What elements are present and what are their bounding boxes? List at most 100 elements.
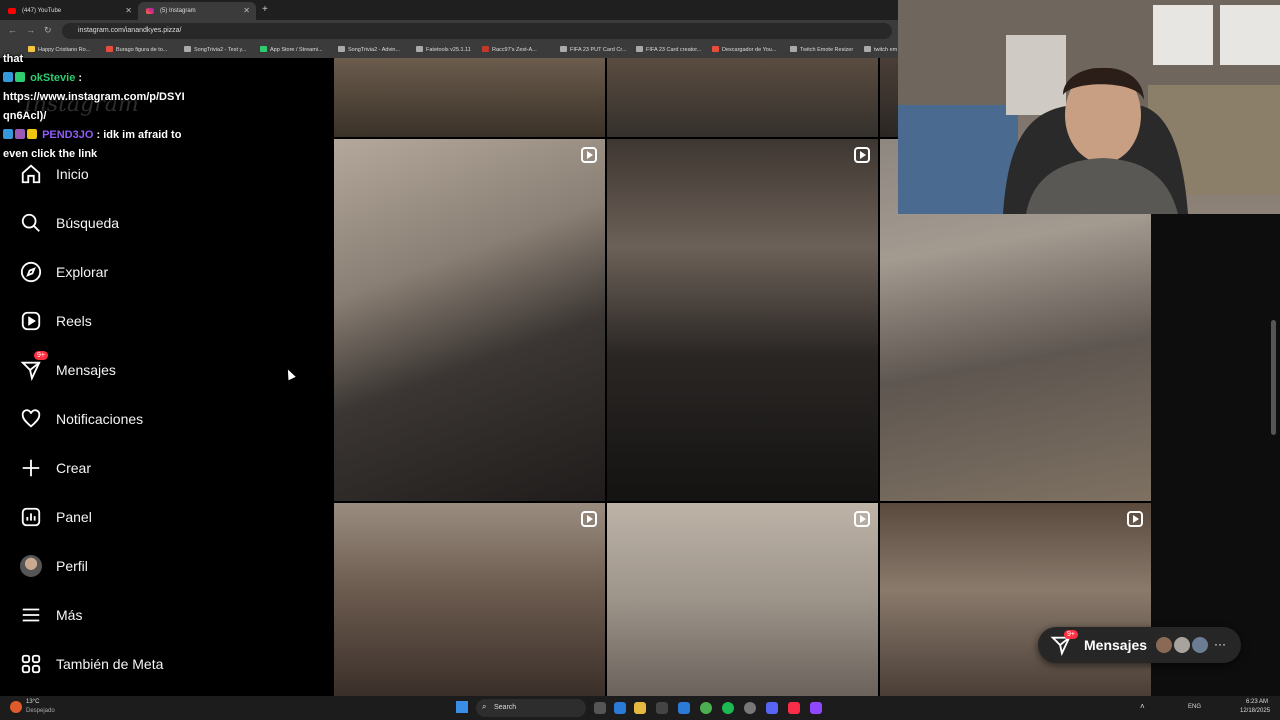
- windows-start-icon[interactable]: [456, 701, 468, 713]
- sidebar-item-perfil[interactable]: Perfil: [20, 551, 320, 581]
- reel-icon: [581, 147, 597, 163]
- mail-icon[interactable]: [678, 702, 690, 714]
- forward-icon[interactable]: →: [26, 25, 35, 35]
- page-right-margin: [1151, 214, 1280, 696]
- sidebar-item-label: Panel: [56, 509, 92, 525]
- tab-instagram-title: (5) Instagram: [160, 8, 196, 14]
- bookmark-item[interactable]: FIFA 23 Card creator...: [636, 46, 701, 53]
- chat-message: okStevie :: [3, 69, 303, 88]
- sidebar-item-label: Notificaciones: [56, 411, 144, 427]
- search-label: Search: [494, 704, 517, 711]
- post-tile[interactable]: [607, 503, 878, 696]
- unread-badge: 9+: [34, 351, 48, 360]
- chat-username: okStevie: [30, 72, 76, 84]
- post-tile[interactable]: [334, 58, 605, 137]
- more-icon[interactable]: ···: [1214, 637, 1226, 651]
- menu-icon: [22, 608, 40, 622]
- chevron-up-icon[interactable]: ˄: [1140, 702, 1145, 711]
- url-text: instagram.com/ianandkyes.pizza/: [78, 27, 182, 34]
- close-tab-icon[interactable]: ✕: [243, 6, 250, 15]
- address-bar-row: ← → ↻ instagram.com/ianandkyes.pizza/: [0, 20, 900, 42]
- file-explorer-icon[interactable]: [634, 702, 646, 714]
- search-icon: [21, 213, 40, 232]
- plus-icon: [22, 459, 40, 477]
- webcam-image: [898, 0, 1280, 214]
- sidebar-item-crear[interactable]: Crear: [20, 453, 320, 483]
- sidebar-item-busqueda[interactable]: Búsqueda: [20, 208, 320, 238]
- close-tab-icon[interactable]: ✕: [125, 6, 132, 15]
- bookmark-item[interactable]: Racc97's Zest-A...: [482, 46, 537, 53]
- chat-badge-icon: [27, 129, 37, 139]
- chat-username: PEND3JO: [42, 129, 94, 141]
- post-tile[interactable]: [607, 58, 878, 137]
- webcam-overlay: [898, 0, 1280, 214]
- sidebar-item-notificaciones[interactable]: Notificaciones: [20, 404, 320, 434]
- bookmark-item[interactable]: Descargador de You...: [712, 46, 776, 53]
- avatar: [1172, 635, 1192, 655]
- store-icon[interactable]: [656, 702, 668, 714]
- youtube-favicon-icon: [8, 8, 16, 14]
- bookmark-item[interactable]: FIFA 23 PUT Card Cr...: [560, 46, 626, 53]
- sidebar-item-mensajes[interactable]: 9+ Mensajes: [20, 351, 320, 385]
- post-tile[interactable]: [334, 139, 605, 501]
- sidebar-item-label: Reels: [56, 313, 92, 329]
- obs-icon[interactable]: [744, 702, 756, 714]
- sidebar-item-label: Más: [56, 607, 83, 623]
- post-tile[interactable]: [880, 503, 1151, 696]
- instagram-favicon-icon: [146, 8, 154, 14]
- reload-icon[interactable]: ↻: [44, 25, 52, 36]
- chart-icon: [21, 507, 41, 527]
- bookmark-item[interactable]: Fatetools v25.1.11: [416, 46, 471, 53]
- tab-youtube-title: (447) YouTube: [22, 8, 62, 14]
- weather-desc: Despejado: [26, 708, 55, 714]
- messages-floating-button[interactable]: 9+ Mensajes ···: [1038, 627, 1241, 663]
- chat-badge-icon: [3, 129, 13, 139]
- bookmark-item[interactable]: SongTrivia2 - Advin...: [338, 46, 400, 53]
- weather-temp: 13°C: [26, 699, 40, 705]
- weather-icon: [10, 701, 22, 713]
- sidebar-item-mas[interactable]: Más: [20, 600, 320, 630]
- back-icon[interactable]: ←: [8, 25, 17, 35]
- post-tile[interactable]: [607, 139, 878, 501]
- scrollbar[interactable]: [1271, 320, 1276, 435]
- avatar: [1154, 635, 1174, 655]
- bookmark-item[interactable]: Twitch Emote Resizer: [790, 46, 853, 53]
- windows-taskbar: 13°C Despejado ⌕ Search ˄ ENG 6:23 AM 12…: [0, 696, 1280, 720]
- url-field[interactable]: instagram.com/ianandkyes.pizza/: [62, 23, 892, 39]
- task-view-icon[interactable]: [594, 702, 606, 714]
- sidebar-item-explorar[interactable]: Explorar: [20, 257, 320, 287]
- avatar: [20, 555, 42, 577]
- twitch-icon[interactable]: [810, 702, 822, 714]
- chat-badge-icon: [15, 129, 25, 139]
- new-tab-icon[interactable]: +: [262, 4, 268, 15]
- reels-icon: [21, 311, 41, 331]
- avatar: [1190, 635, 1210, 655]
- language-indicator[interactable]: ENG: [1188, 704, 1201, 710]
- sidebar-item-reels[interactable]: Reels: [20, 306, 320, 336]
- heart-icon: [21, 409, 41, 428]
- sidebar-item-label: Perfil: [56, 558, 88, 574]
- clock-time[interactable]: 6:23 AM: [1246, 699, 1268, 705]
- chat-message-text: idk im afraid to: [103, 129, 182, 141]
- edge-icon[interactable]: [614, 702, 626, 714]
- compass-icon: [20, 261, 42, 283]
- clock-date[interactable]: 12/18/2025: [1240, 708, 1270, 714]
- sidebar-item-label: Inicio: [56, 166, 89, 182]
- reel-icon: [581, 511, 597, 527]
- chat-message-text: https://www.instagram.com/p/DSYI: [3, 91, 185, 103]
- sidebar-item-panel[interactable]: Panel: [20, 502, 320, 532]
- tab-youtube[interactable]: (447) YouTube ✕: [0, 2, 138, 20]
- reel-icon: [854, 147, 870, 163]
- post-tile[interactable]: [334, 503, 605, 696]
- discord-icon[interactable]: [766, 702, 778, 714]
- taskbar-search[interactable]: ⌕ Search: [476, 699, 586, 717]
- tab-instagram[interactable]: (5) Instagram ✕: [138, 2, 256, 20]
- chrome-icon[interactable]: [700, 702, 712, 714]
- home-icon: [21, 164, 41, 184]
- sidebar-item-tambien-de-meta[interactable]: También de Meta: [20, 649, 320, 679]
- chat-badge-icon: [15, 72, 25, 82]
- spotify-icon[interactable]: [722, 702, 734, 714]
- music-icon[interactable]: [788, 702, 800, 714]
- chat-line: that: [3, 53, 24, 65]
- bookmark-item[interactable]: twitch em: [864, 46, 897, 53]
